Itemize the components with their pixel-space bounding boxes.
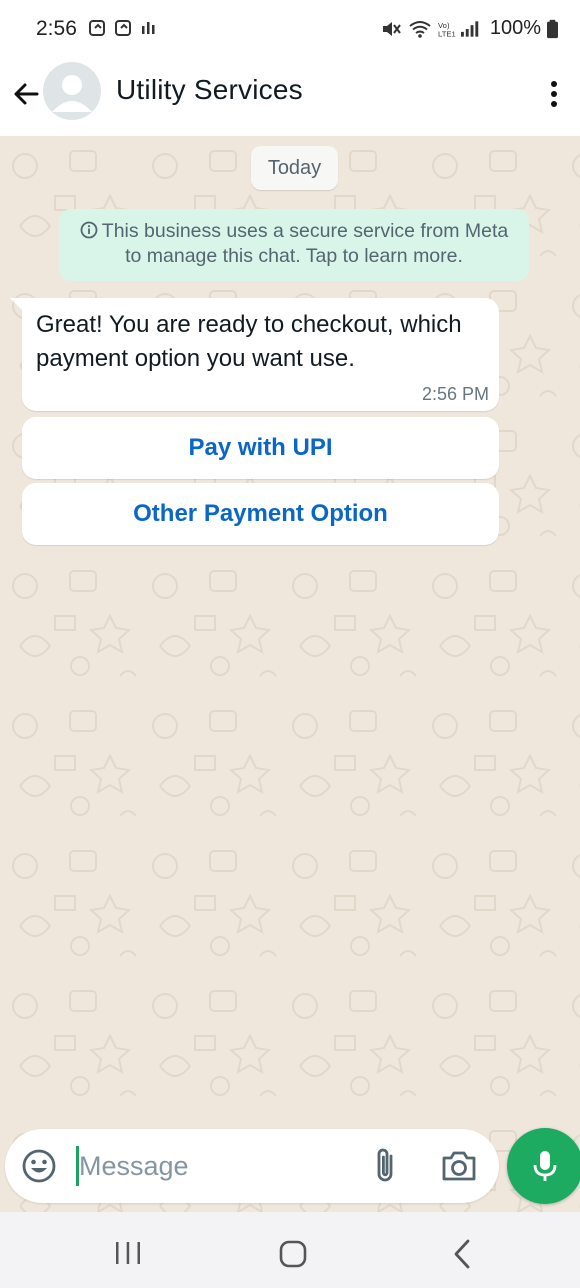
status-time: 2:56 <box>36 17 77 40</box>
incoming-message[interactable]: Great! You are ready to checkout, which … <box>22 298 499 411</box>
other-payment-option-button[interactable]: Other Payment Option <box>22 483 499 545</box>
business-notice-text: This business uses a secure service from… <box>101 220 509 267</box>
svg-text:LTE1: LTE1 <box>438 29 456 38</box>
date-chip: Today <box>251 146 338 190</box>
arrow-left-icon <box>14 83 39 105</box>
system-navigation-bar <box>0 1212 580 1288</box>
recent-apps-icon[interactable] <box>113 1241 143 1265</box>
chat-header: Utility Services <box>0 58 580 136</box>
back-button[interactable] <box>6 74 46 114</box>
battery-icon <box>547 19 558 38</box>
mute-icon <box>382 21 401 36</box>
voice-message-button[interactable] <box>507 1128 580 1204</box>
emoji-icon[interactable] <box>21 1148 57 1184</box>
wifi-icon <box>409 20 431 38</box>
home-icon[interactable] <box>279 1240 307 1268</box>
signal-activity-icon <box>142 22 155 34</box>
pay-with-upi-button[interactable]: Pay with UPI <box>22 417 499 479</box>
default-avatar-icon <box>52 75 92 112</box>
back-nav-icon[interactable] <box>450 1238 474 1270</box>
message-time: 2:56 PM <box>421 384 489 404</box>
more-options-button[interactable] <box>542 74 566 114</box>
volte-signal-icon: Vo)LTE1 <box>438 21 479 38</box>
status-notification-icons <box>88 18 160 38</box>
business-notice[interactable]: This business uses a secure service from… <box>59 209 529 281</box>
message-text: Great! You are ready to checkout, which … <box>36 311 462 372</box>
kebab-menu-icon <box>551 81 557 107</box>
message-input[interactable] <box>79 1145 349 1187</box>
svg-text:Vo): Vo) <box>438 21 450 30</box>
notification-icon <box>89 20 105 36</box>
status-right-icons: Vo) LTE1 100% <box>380 17 558 40</box>
camera-icon[interactable] <box>440 1148 478 1184</box>
notification-icon <box>115 20 131 36</box>
microphone-icon <box>533 1151 557 1181</box>
paperclip-icon[interactable] <box>369 1146 403 1186</box>
contact-name[interactable]: Utility Services <box>116 74 303 106</box>
avatar[interactable] <box>43 62 101 120</box>
info-icon <box>80 221 98 239</box>
message-composer <box>5 1129 499 1203</box>
status-bar: 2:56 Vo) LTE1 100% <box>0 0 580 58</box>
battery-percent: 100% <box>489 17 541 39</box>
